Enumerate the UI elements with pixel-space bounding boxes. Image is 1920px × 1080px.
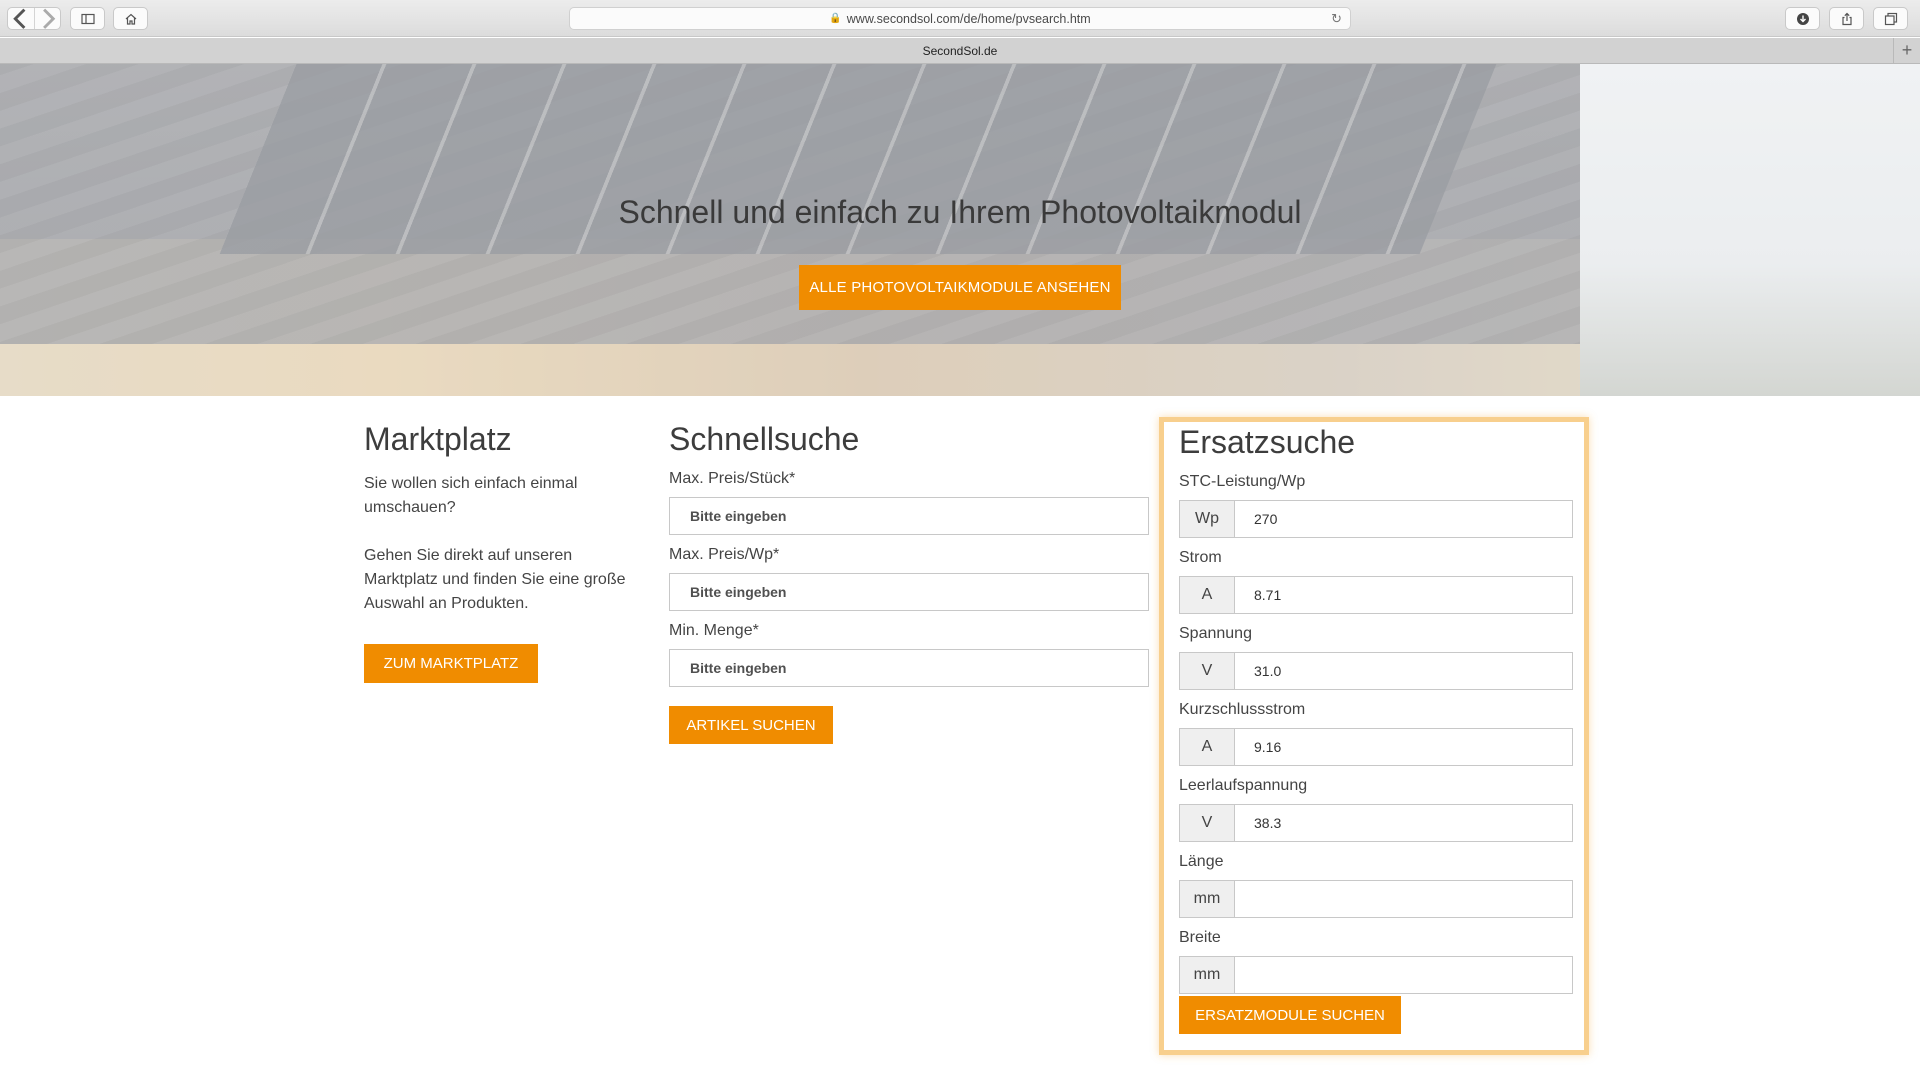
chevron-left-icon bbox=[13, 8, 26, 29]
open-circuit-voltage-unit: V bbox=[1179, 804, 1234, 842]
chevron-right-icon bbox=[42, 8, 55, 29]
downloads-button[interactable] bbox=[1785, 7, 1820, 30]
plus-icon: + bbox=[1901, 40, 1913, 60]
voltage-input[interactable]: 31.0 bbox=[1234, 652, 1573, 690]
sidebar-button[interactable] bbox=[70, 7, 105, 30]
tab-bar: SecondSol.de + bbox=[0, 38, 1920, 64]
open-circuit-voltage-label: Leerlaufspannung bbox=[1179, 777, 1308, 794]
hero-title: Schnell und einfach zu Ihrem Photovoltai… bbox=[618, 194, 1302, 230]
short-circuit-current-label: Kurzschlussstrom bbox=[1179, 701, 1306, 718]
search-articles-button[interactable]: ARTIKEL SUCHEN bbox=[669, 706, 833, 744]
length-group: mm bbox=[1179, 880, 1573, 918]
length-input[interactable] bbox=[1234, 880, 1573, 918]
stc-power-unit: Wp bbox=[1179, 500, 1234, 538]
max-price-per-wp-input[interactable]: Bitte eingeben bbox=[669, 573, 1149, 611]
short-circuit-current-unit: A bbox=[1179, 728, 1234, 766]
open-circuit-voltage-input[interactable]: 38.3 bbox=[1234, 804, 1573, 842]
url-path: /de/home/pvsearch.htm bbox=[960, 11, 1091, 26]
hero-banner: Schnell und einfach zu Ihrem Photovoltai… bbox=[0, 64, 1920, 396]
marketplace-text-2: Gehen Sie direkt auf unseren Marktplatz … bbox=[364, 547, 626, 612]
current-group: A 8.71 bbox=[1179, 576, 1573, 614]
width-unit: mm bbox=[1179, 956, 1234, 994]
to-marketplace-button[interactable]: ZUM MARKTPLATZ bbox=[364, 644, 538, 683]
marketplace-text-1: Sie wollen sich einfach einmal umschauen… bbox=[364, 475, 578, 516]
lock-icon: 🔒 bbox=[829, 13, 842, 24]
short-circuit-current-group: A 9.16 bbox=[1179, 728, 1573, 766]
all-modules-button[interactable]: ALLE PHOTOVOLTAIKMODULE ANSEHEN bbox=[799, 265, 1121, 310]
width-label: Breite bbox=[1179, 929, 1221, 946]
reload-icon[interactable]: ↻ bbox=[1331, 11, 1342, 27]
tabs-overview-button[interactable] bbox=[1873, 7, 1908, 30]
quicksearch-title: Schnellsuche bbox=[669, 421, 860, 457]
back-button[interactable] bbox=[8, 8, 34, 29]
sidebar-icon bbox=[80, 13, 95, 24]
address-bar[interactable]: 🔒 www.secondsol.com/de/home/pvsearch.htm… bbox=[569, 7, 1351, 30]
stc-power-label: STC-Leistung/Wp bbox=[1179, 473, 1306, 490]
width-group: mm bbox=[1179, 956, 1573, 994]
search-replacement-modules-button[interactable]: ERSATZMODULE SUCHEN bbox=[1179, 996, 1401, 1034]
open-circuit-voltage-group: V 38.3 bbox=[1179, 804, 1573, 842]
length-unit: mm bbox=[1179, 880, 1234, 918]
home-icon bbox=[125, 13, 136, 25]
browser-toolbar: 🔒 www.secondsol.com/de/home/pvsearch.htm… bbox=[0, 0, 1920, 37]
share-icon bbox=[1841, 12, 1852, 25]
voltage-label: Spannung bbox=[1179, 625, 1252, 642]
current-unit: A bbox=[1179, 576, 1234, 614]
max-price-per-wp-label: Max. Preis/Wp* bbox=[669, 546, 780, 563]
length-label: Länge bbox=[1179, 853, 1224, 870]
voltage-unit: V bbox=[1179, 652, 1234, 690]
download-icon bbox=[1796, 12, 1809, 25]
tab-title[interactable]: SecondSol.de bbox=[923, 44, 998, 58]
max-price-per-piece-label: Max. Preis/Stück* bbox=[669, 470, 796, 487]
min-quantity-label: Min. Menge* bbox=[669, 622, 759, 639]
width-input[interactable] bbox=[1234, 956, 1573, 994]
voltage-group: V 31.0 bbox=[1179, 652, 1573, 690]
min-quantity-input[interactable]: Bitte eingeben bbox=[669, 649, 1149, 687]
share-button[interactable] bbox=[1829, 7, 1864, 30]
current-label: Strom bbox=[1179, 549, 1222, 566]
replacement-title: Ersatzsuche bbox=[1179, 424, 1356, 460]
quicksearch-section: Schnellsuche Max. Preis/Stück* Bitte ein… bbox=[669, 421, 1149, 744]
new-tab-button[interactable]: + bbox=[1893, 38, 1920, 63]
short-circuit-current-input[interactable]: 9.16 bbox=[1234, 728, 1573, 766]
marketplace-section: Marktplatz Sie wollen sich einfach einma… bbox=[364, 421, 644, 683]
replacement-search-section: Ersatzsuche STC-Leistung/Wp Wp 270 Strom… bbox=[1159, 417, 1589, 1055]
marketplace-title: Marktplatz bbox=[364, 421, 512, 457]
stc-power-input[interactable]: 270 bbox=[1234, 500, 1573, 538]
tabs-icon bbox=[1884, 12, 1897, 25]
nav-buttons bbox=[7, 7, 61, 30]
forward-button[interactable] bbox=[33, 8, 61, 29]
max-price-per-piece-input[interactable]: Bitte eingeben bbox=[669, 497, 1149, 535]
home-button[interactable] bbox=[113, 7, 148, 30]
stc-power-group: Wp 270 bbox=[1179, 500, 1573, 538]
url-host: www.secondsol.com bbox=[846, 11, 961, 26]
current-input[interactable]: 8.71 bbox=[1234, 576, 1573, 614]
